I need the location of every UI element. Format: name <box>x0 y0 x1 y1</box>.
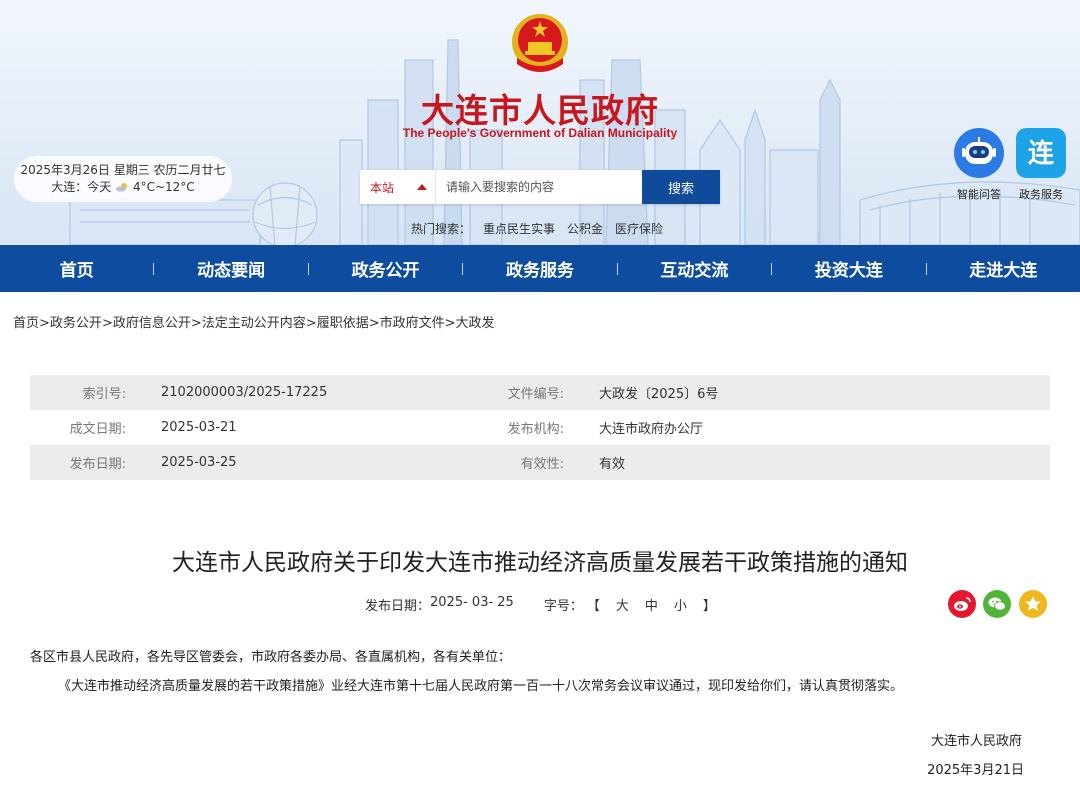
search-bar: 本站 搜索 <box>360 170 720 204</box>
breadcrumb-separator: > <box>190 316 202 331</box>
font-size-control: 字号： 【 大 中 小 】 <box>544 595 716 614</box>
breadcrumb-link[interactable]: 履职依据 <box>317 316 369 331</box>
share-weibo-button[interactable] <box>948 590 976 618</box>
meta-label: 发布机构: <box>507 422 564 437</box>
site-subtitle: The People's Government of Dalian Munici… <box>402 126 678 140</box>
meta-value: 2025-03-21 <box>161 420 237 435</box>
hot-search: 热门搜索： 重点民生实事 公积金 医疗保险 <box>411 220 663 237</box>
meta-row: 成文日期: 2025-03-21 发布机构: 大连市政府办公厅 <box>30 410 1050 445</box>
breadcrumb-separator: > <box>368 316 380 331</box>
meta-value: 大政发〔2025〕6号 <box>599 387 719 402</box>
meta-value: 2102000003/2025-17225 <box>161 385 328 400</box>
font-size-bracket-close: 】 <box>702 599 716 614</box>
document-info-bar: 发布日期： 2025- 03- 25 字号： 【 大 中 小 】 <box>365 595 716 614</box>
font-size-small-button[interactable]: 小 <box>674 595 687 614</box>
breadcrumb-link[interactable]: 政务公开 <box>50 316 102 331</box>
breadcrumb-link[interactable]: 大政发 <box>456 316 495 331</box>
font-size-medium-button[interactable]: 中 <box>645 595 658 614</box>
weibo-icon <box>954 597 971 611</box>
breadcrumb-separator: > <box>305 316 317 331</box>
meta-label: 文件编号: <box>507 387 564 402</box>
font-size-large-button[interactable]: 大 <box>616 595 629 614</box>
nav-item-interaction[interactable]: 互动交流 <box>618 256 771 281</box>
breadcrumb-separator: > <box>101 316 113 331</box>
weather-city: 大连：今天 <box>51 180 112 194</box>
search-button[interactable]: 搜索 <box>642 170 720 204</box>
main-nav: 首页 动态要闻 政务公开 政务服务 互动交流 投资大连 走进大连 <box>0 245 1080 292</box>
date-weather-panel: 2025年3月26日 星期三 农历二月廿七 大连：今天 4°C~12°C <box>14 156 232 202</box>
nav-item-open-gov[interactable]: 政务公开 <box>309 256 462 281</box>
signature-org: 大连市人民政府 <box>930 734 1022 749</box>
font-size-label: 字号： <box>543 599 583 614</box>
breadcrumb-separator: > <box>444 316 456 331</box>
share-wechat-button[interactable] <box>983 590 1011 618</box>
font-size-bracket-open: 【 <box>586 599 600 614</box>
hot-search-link[interactable]: 重点民生实事 <box>483 220 555 237</box>
gov-service-icon: 连 <box>1016 128 1066 178</box>
site-header: 大连市人民政府 The People's Government of Dalia… <box>0 0 1080 245</box>
meta-label: 发布日期: <box>69 457 126 472</box>
meta-value: 2025-03-25 <box>161 455 237 470</box>
breadcrumb-link[interactable]: 政府信息公开 <box>113 316 191 331</box>
gov-service-glyph: 连 <box>1028 139 1055 169</box>
robot-icon <box>954 128 1004 178</box>
date-line: 2025年3月26日 星期三 农历二月廿七 <box>20 163 226 177</box>
search-scope-select[interactable]: 本站 <box>360 170 436 204</box>
site-title: 大连市人民政府 <box>421 91 659 130</box>
wechat-icon <box>988 597 1006 611</box>
publish-date-label: 发布日期： <box>365 599 431 614</box>
search-scope-label: 本站 <box>370 180 395 195</box>
meta-label: 索引号: <box>82 387 126 402</box>
nav-item-news[interactable]: 动态要闻 <box>154 256 307 281</box>
meta-value: 大连市政府办公厅 <box>599 422 704 437</box>
breadcrumb-separator: > <box>39 316 50 331</box>
meta-value: 有效 <box>599 457 626 472</box>
document-salutation: 各区市县人民政府，各先导区管委会，市政府各委办局、各直属机构，各有关单位： <box>30 650 512 665</box>
ai-qa-button[interactable]: 智能问答 <box>952 128 1006 202</box>
breadcrumb-link[interactable]: 法定主动公开内容 <box>202 316 306 331</box>
publish-date: 2025- 03- 25 <box>430 595 514 610</box>
hot-search-label: 热门搜索： <box>411 222 472 236</box>
document-paragraph: 《大连市推动经济高质量发展的若干政策措施》业经大连市第十七届人民政府第一百一十八… <box>58 679 904 694</box>
meta-row: 发布日期: 2025-03-25 有效性: 有效 <box>30 445 1050 480</box>
weather-line: 大连：今天 4°C~12°C <box>14 179 232 196</box>
national-emblem-logo <box>512 14 568 72</box>
meta-label: 成文日期: <box>69 422 126 437</box>
breadcrumb: 首页>政务公开>政府信息公开>法定主动公开内容>履职依据>市政府文件>大政发 <box>13 312 495 331</box>
document-title: 大连市人民政府关于印发大连市推动经济高质量发展若干政策措施的通知 <box>172 550 908 576</box>
ai-qa-label: 智能问答 <box>957 188 1001 201</box>
breadcrumb-link[interactable]: 市政府文件 <box>380 316 445 331</box>
meta-label: 有效性: <box>520 457 564 472</box>
cloud-sun-icon <box>116 183 128 192</box>
gov-service-label: 政务服务 <box>1019 188 1063 201</box>
search-input[interactable] <box>436 170 642 204</box>
nav-item-about[interactable]: 走进大连 <box>927 256 1080 281</box>
share-favorite-button[interactable] <box>1019 590 1047 618</box>
nav-item-gov-service[interactable]: 政务服务 <box>463 256 616 281</box>
nav-item-home[interactable]: 首页 <box>0 256 153 281</box>
meta-row: 索引号: 2102000003/2025-17225 文件编号: 大政发〔202… <box>30 375 1050 410</box>
weather-temp: 4°C~12°C <box>132 180 195 194</box>
breadcrumb-link[interactable]: 首页 <box>13 316 39 331</box>
signature-date: 2025年3月21日 <box>927 763 1024 778</box>
nav-item-invest[interactable]: 投资大连 <box>772 256 925 281</box>
caret-up-icon <box>417 184 427 190</box>
gov-service-button[interactable]: 连 政务服务 <box>1014 128 1068 202</box>
document-meta-table: 索引号: 2102000003/2025-17225 文件编号: 大政发〔202… <box>30 375 1050 480</box>
hot-search-link[interactable]: 公积金 <box>567 220 603 237</box>
hot-search-link[interactable]: 医疗保险 <box>615 220 663 237</box>
star-icon <box>1025 596 1041 611</box>
